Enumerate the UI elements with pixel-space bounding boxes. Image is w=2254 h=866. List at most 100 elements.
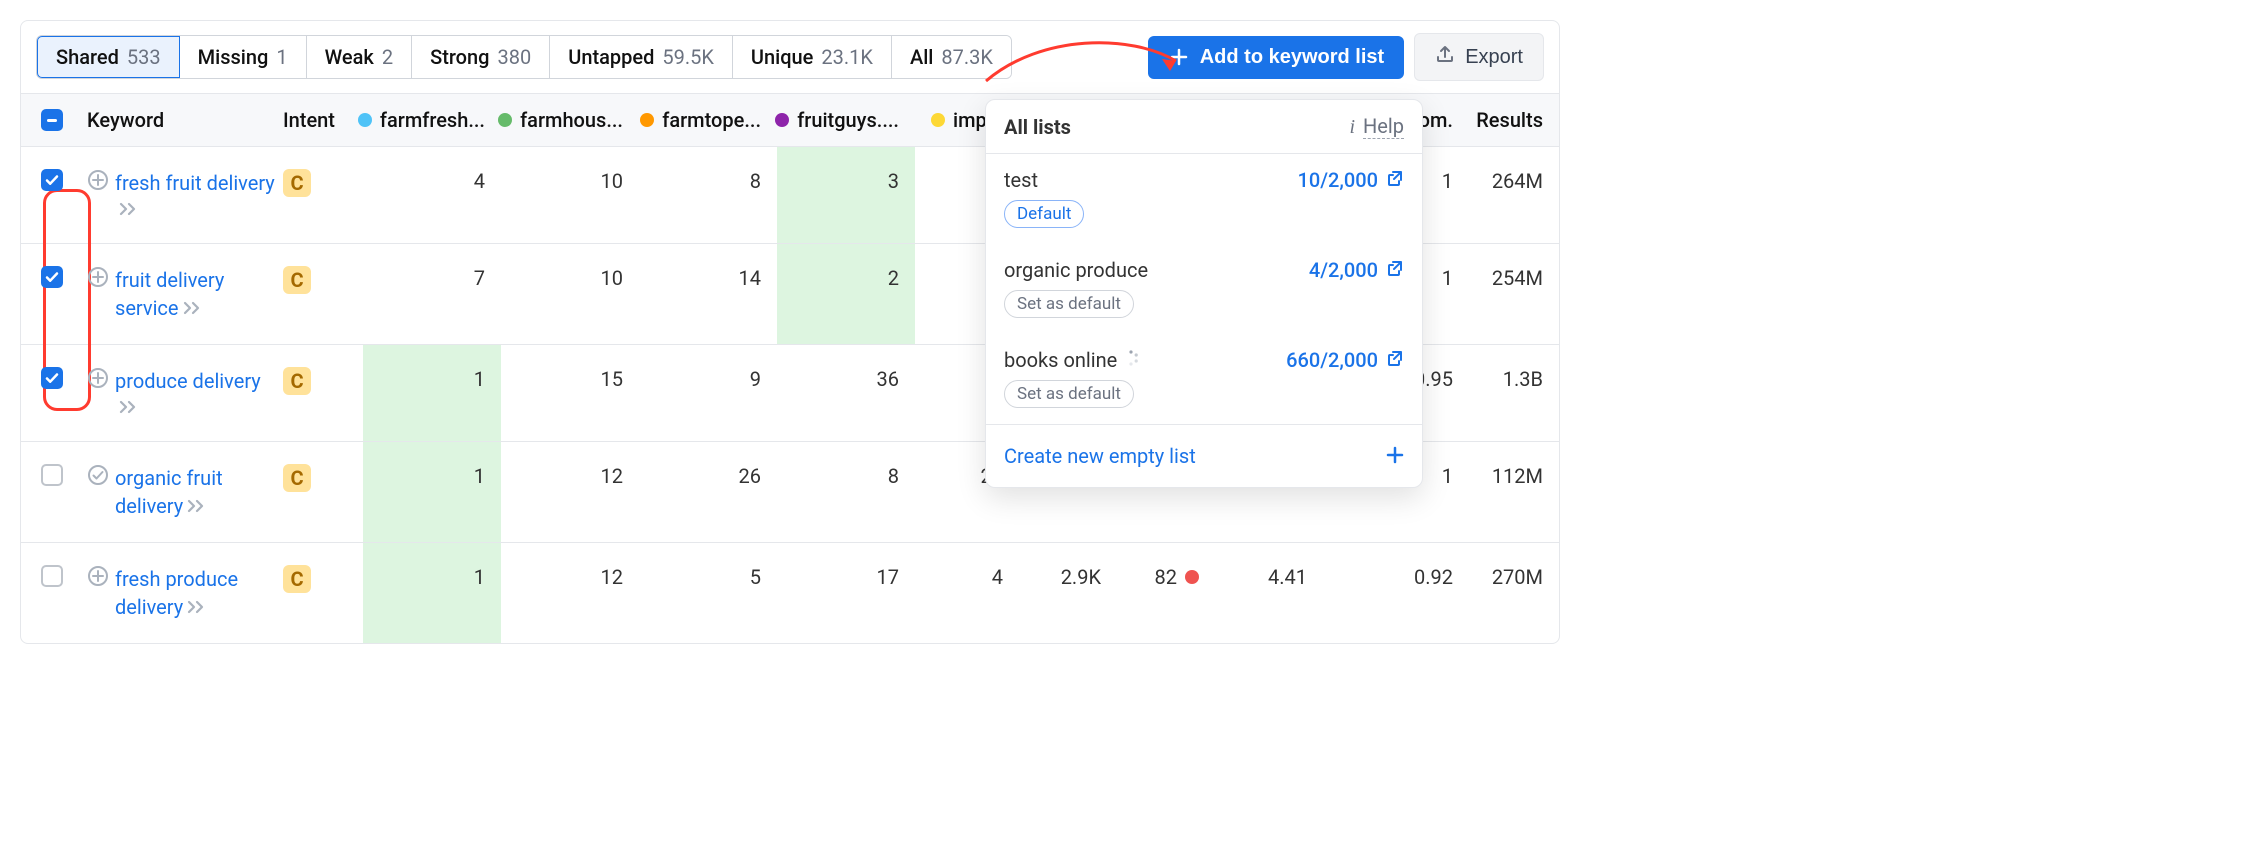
intent-badge: C	[283, 565, 311, 593]
tab-unique[interactable]: Unique23.1K	[733, 36, 892, 78]
chevrons-icon[interactable]	[119, 197, 139, 221]
keyword-link[interactable]: fruit delivery service	[115, 268, 224, 320]
keyword-link[interactable]: fresh produce delivery	[115, 567, 238, 619]
upload-icon	[1435, 44, 1455, 70]
tab-all[interactable]: All87.3K	[892, 36, 1011, 78]
plus-circle-icon[interactable]	[87, 266, 109, 288]
tab-untapped[interactable]: Untapped 59.5K	[550, 36, 733, 78]
competitor-position: 15	[501, 367, 639, 391]
competitor-position: 8	[777, 464, 915, 488]
set-default-button[interactable]: Set as default	[1004, 380, 1134, 408]
tab-label: Weak	[325, 45, 374, 69]
highlight-cell	[777, 147, 915, 243]
competitor-position: 4	[915, 565, 1009, 589]
row-checkbox[interactable]	[41, 169, 63, 191]
keyword-link[interactable]: produce delivery	[115, 369, 261, 393]
competitor-position: 5	[639, 565, 777, 589]
tab-label: Strong	[430, 45, 489, 69]
list-count-link[interactable]: 660/2,000	[1286, 348, 1404, 372]
add-to-keyword-list-label: Add to keyword list	[1200, 46, 1384, 69]
volume-cell: 2.9K	[1009, 565, 1107, 589]
tab-missing[interactable]: Missing 1	[180, 36, 307, 78]
competitor-position: 12	[501, 464, 639, 488]
export-button[interactable]: Export	[1414, 33, 1544, 81]
list-item[interactable]: test10/2,000Default	[986, 154, 1422, 244]
chevrons-icon[interactable]	[183, 296, 203, 320]
export-label: Export	[1465, 46, 1523, 69]
tab-count: 1	[276, 45, 287, 69]
plus-circle-icon[interactable]	[87, 367, 109, 389]
row-checkbox[interactable]	[41, 464, 63, 486]
competitor-position: 10	[501, 266, 639, 290]
competitor-position: 8	[639, 169, 777, 193]
tab-count: 23.1K	[821, 45, 873, 69]
competitor-position: 36	[777, 367, 915, 391]
dropdown-title: All lists	[1004, 115, 1071, 139]
column-competitor-4[interactable]: fruitguys....	[777, 108, 915, 132]
competitor-position: 3	[777, 169, 915, 193]
row-checkbox[interactable]	[41, 565, 63, 587]
tab-count: 59.5K	[662, 45, 714, 69]
help-link[interactable]: iHelp	[1349, 114, 1404, 139]
tab-strong[interactable]: Strong380	[412, 36, 550, 78]
kd-dot-icon	[1185, 570, 1199, 584]
external-link-icon	[1386, 168, 1404, 192]
column-competitor-2[interactable]: farmhous...	[501, 108, 639, 132]
competitor-position: 10	[501, 169, 639, 193]
tab-label: All	[910, 45, 933, 69]
chevrons-icon[interactable]	[187, 494, 207, 518]
highlight-cell	[363, 442, 501, 542]
dot-icon	[775, 113, 789, 127]
tab-label: Missing	[198, 45, 269, 69]
highlight-cell	[363, 345, 501, 441]
tab-label: Untapped	[568, 45, 654, 69]
plus-icon	[1168, 46, 1190, 68]
keyword-link[interactable]: fresh fruit delivery	[115, 171, 275, 195]
select-all-checkbox[interactable]	[41, 109, 63, 131]
chevrons-icon[interactable]	[187, 595, 207, 619]
tab-shared[interactable]: Shared533	[36, 35, 181, 79]
create-new-list-link[interactable]: Create new empty list	[1004, 444, 1196, 468]
list-name: books online	[1004, 348, 1140, 372]
refresh-icon	[1122, 348, 1140, 372]
create-list-plus-button[interactable]	[1386, 441, 1404, 471]
column-competitor-3[interactable]: farmtope...	[639, 108, 777, 132]
kd-cell: 82	[1107, 565, 1205, 589]
column-competitor-1[interactable]: farmfresh...	[363, 108, 501, 132]
external-link-icon	[1386, 348, 1404, 372]
highlight-cell	[363, 543, 501, 643]
dot-icon	[640, 113, 654, 127]
list-count-link[interactable]: 10/2,000	[1298, 168, 1404, 192]
default-badge: Default	[1004, 200, 1084, 228]
row-checkbox[interactable]	[41, 367, 63, 389]
list-item[interactable]: organic produce4/2,000Set as default	[986, 244, 1422, 334]
intent-badge: C	[283, 367, 311, 395]
competitor-position: 26	[639, 464, 777, 488]
external-link-icon	[1386, 258, 1404, 282]
column-results[interactable]: Results	[1459, 108, 1559, 132]
intent-badge: C	[283, 266, 311, 294]
plus-circle-icon[interactable]	[87, 169, 109, 191]
tab-weak[interactable]: Weak2	[307, 36, 412, 78]
set-default-button[interactable]: Set as default	[1004, 290, 1134, 318]
dot-icon	[358, 113, 372, 127]
list-item[interactable]: books online 660/2,000 Set as default	[986, 334, 1422, 424]
chevrons-icon[interactable]	[119, 395, 139, 419]
table-row: fresh produce deliveryC11251742.9K824.41…	[21, 543, 1559, 643]
cpc-cell: 4.41	[1205, 565, 1313, 589]
row-checkbox[interactable]	[41, 266, 63, 288]
intent-badge: C	[283, 169, 311, 197]
plus-circle-icon[interactable]	[87, 565, 109, 587]
column-intent[interactable]: Intent	[283, 108, 363, 132]
check-circle-icon[interactable]	[87, 464, 109, 486]
dot-icon	[498, 113, 512, 127]
competitor-position: 12	[501, 565, 639, 589]
competitor-position: 1	[363, 464, 501, 488]
competitor-position: 1	[363, 565, 501, 589]
results-cell: 1.3B	[1459, 367, 1559, 391]
add-to-keyword-list-button[interactable]: Add to keyword list	[1148, 36, 1404, 79]
column-keyword[interactable]: Keyword	[83, 108, 283, 132]
info-icon: i	[1349, 116, 1355, 138]
tab-label: Shared	[56, 45, 119, 69]
list-count-link[interactable]: 4/2,000	[1309, 258, 1404, 282]
